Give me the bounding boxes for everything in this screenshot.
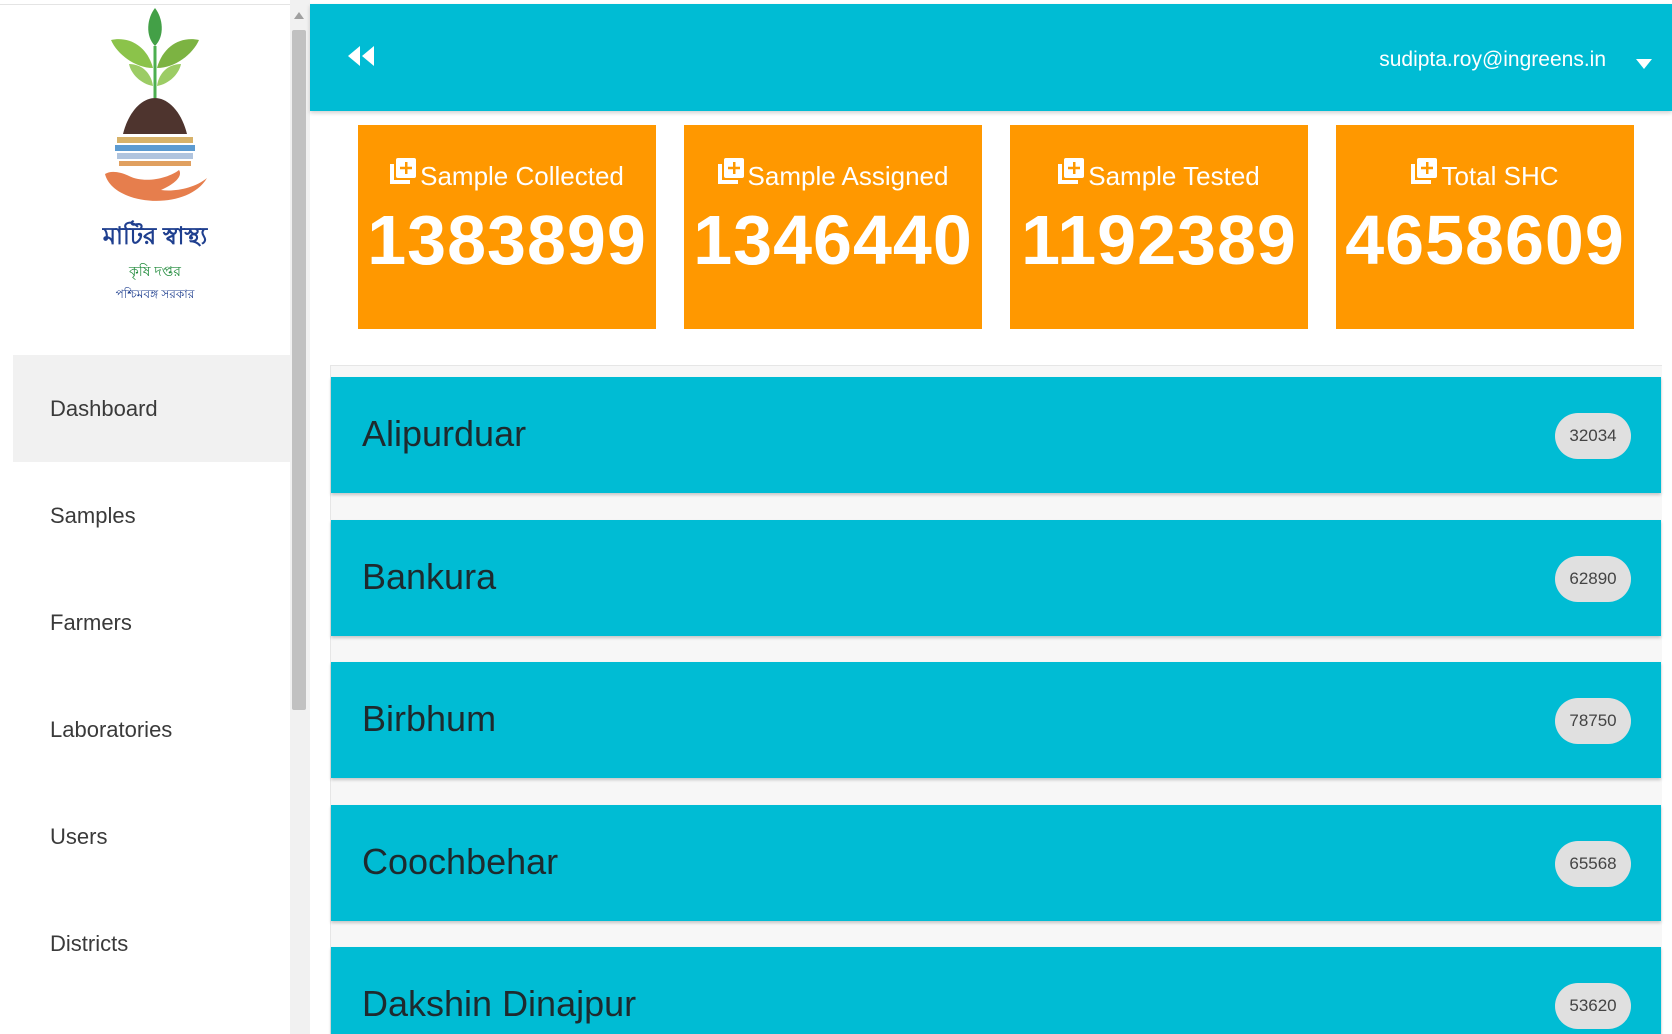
stat-value: 4658609 [1345, 201, 1625, 279]
stat-value: 1383899 [367, 201, 647, 279]
district-row-coochbehar[interactable]: Coochbehar 65568 [331, 805, 1661, 921]
stat-label: Sample Collected [420, 161, 624, 191]
sidebar-item-laboratories[interactable]: Laboratories [13, 676, 290, 783]
district-row-bankura[interactable]: Bankura 62890 [331, 520, 1661, 636]
stat-card-sample-assigned[interactable]: Sample Assigned 1346440 [684, 125, 982, 329]
district-name: Alipurduar [362, 413, 527, 454]
add-box-icon [1058, 158, 1085, 184]
stat-label: Sample Assigned [747, 161, 949, 191]
sidebar-item-dashboard[interactable]: Dashboard [13, 355, 290, 462]
district-row-birbhum[interactable]: Birbhum 78750 [331, 662, 1661, 778]
add-box-icon [1411, 158, 1438, 184]
district-name: Dakshin Dinajpur [362, 983, 637, 1024]
district-count-badge: 65568 [1555, 841, 1631, 887]
user-email[interactable]: sudipta.roy@ingreens.in [1379, 48, 1606, 72]
add-box-icon [717, 158, 744, 184]
collapse-sidebar-button[interactable] [346, 44, 376, 68]
sidebar-item-farmers[interactable]: Farmers [13, 569, 290, 676]
district-count-badge: 32034 [1555, 413, 1631, 459]
district-count-badge: 62890 [1555, 556, 1631, 602]
app-logo[interactable]: মাটির স্বাস্থ্য কৃষি দপ্তর পশ্চিমবঙ্গ সর… [80, 6, 230, 326]
double-chevron-left-icon [348, 46, 374, 66]
logo-title: মাটির স্বাস্থ্য [102, 223, 208, 250]
stat-value: 1192389 [1021, 201, 1297, 279]
add-box-icon [390, 158, 417, 184]
scrollbar-thumb[interactable] [292, 30, 306, 710]
sidebar-item-users[interactable]: Users [13, 783, 290, 890]
sidebar-item-samples[interactable]: Samples [13, 462, 290, 569]
user-menu-caret-icon[interactable] [1636, 59, 1652, 69]
sidebar-nav: Dashboard Samples Farmers Laboratories U… [13, 355, 290, 997]
stat-card-sample-tested[interactable]: Sample Tested 1192389 [1010, 125, 1308, 329]
district-row-alipurduar[interactable]: Alipurduar 32034 [331, 377, 1661, 493]
stat-card-total-shc[interactable]: Total SHC 4658609 [1336, 125, 1634, 329]
district-name: Coochbehar [362, 841, 559, 882]
district-count-badge: 53620 [1555, 983, 1631, 1029]
district-name: Birbhum [362, 698, 497, 739]
stat-label: Sample Tested [1088, 161, 1260, 191]
sidebar-top-divider [0, 4, 290, 5]
sidebar: মাটির স্বাস্থ্য কৃষি দপ্তর পশ্চিমবঙ্গ সর… [0, 0, 290, 1034]
top-bar: sudipta.roy@ingreens.in [310, 4, 1672, 111]
district-row-dakshin-dinajpur[interactable]: Dakshin Dinajpur 53620 [331, 947, 1661, 1034]
sidebar-scrollbar[interactable] [290, 0, 310, 1034]
stat-value: 1346440 [693, 201, 973, 279]
soil-health-logo-icon [105, 8, 207, 201]
logo-caption: পশ্চিমবঙ্গ সরকার [115, 287, 195, 301]
logo-subtitle: কৃষি দপ্তর [129, 263, 181, 279]
stat-card-sample-collected[interactable]: Sample Collected 1383899 [358, 125, 656, 329]
scroll-up-arrow-icon[interactable] [294, 12, 304, 19]
district-count-badge: 78750 [1555, 698, 1631, 744]
district-name: Bankura [362, 556, 497, 597]
stat-label: Total SHC [1441, 161, 1559, 191]
sidebar-item-districts[interactable]: Districts [13, 890, 290, 997]
page: মাটির স্বাস্থ্য কৃষি দপ্তর পশ্চিমবঙ্গ সর… [0, 0, 1672, 1034]
